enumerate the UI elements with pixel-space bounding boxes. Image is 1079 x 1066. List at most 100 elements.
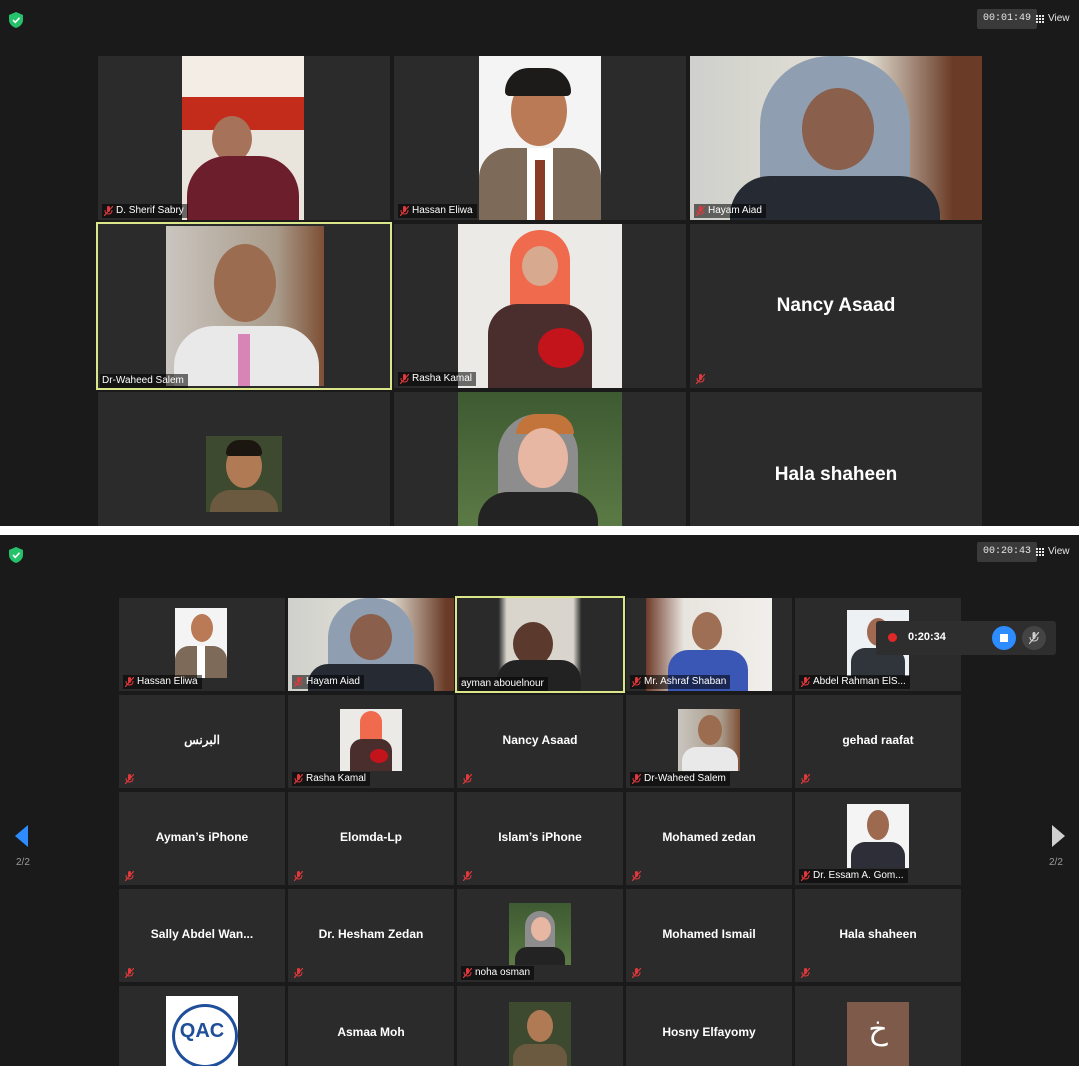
view-button[interactable]: View [1031,542,1074,562]
mute-button[interactable] [1022,626,1046,650]
mic-muted-icon [125,677,134,687]
shield-icon[interactable] [9,547,23,563]
participant-name-label [461,869,476,883]
participant-initial-avatar: خ [847,1002,909,1066]
participant-avatar [509,1002,571,1066]
mic-muted-icon [125,968,134,978]
participant-video [340,709,402,771]
participant-tile[interactable]: Hosny Elfayomy [626,986,792,1066]
participant-name-label: Abdel Rahman ElS... [799,675,910,689]
mic-muted-icon [294,968,303,978]
participant-avatar [206,436,282,512]
participant-tile[interactable] [98,392,390,526]
participant-tile[interactable]: Hayam Aiad [288,598,454,691]
recording-time: 0:20:34 [908,631,946,643]
participant-name: Abdel Rahman ElS... [813,676,906,687]
participant-tile[interactable]: Mohamed zedan [626,792,792,885]
mic-muted-icon [400,206,409,216]
participant-tile[interactable]: Hayam Aiad [690,56,982,220]
mic-muted-icon [400,374,409,384]
participant-tile[interactable]: noha osman [457,889,623,982]
participant-video [458,224,622,388]
participant-tile-active-speaker[interactable]: ayman abouelnour [455,596,625,693]
participant-tile-active-speaker[interactable]: Dr-Waheed Salem [96,222,392,390]
participant-tile[interactable]: خ [795,986,961,1066]
participant-name-label [799,966,814,980]
participant-tile[interactable]: Mohamed Ismail [626,889,792,982]
participant-tile[interactable]: gehad raafat [795,695,961,788]
participant-tile[interactable]: Asmaa Moh [288,986,454,1066]
participant-tile[interactable]: Dr-Waheed Salem [626,695,792,788]
meeting-window-2: 00:20:43 View 2/2 2/2 Hassan Eliwa Hayam… [0,535,1079,1066]
participant-tile[interactable] [394,392,686,526]
mic-muted-icon [463,968,472,978]
participant-name-label [461,772,476,786]
participant-name-display: Nancy Asaad [776,295,896,316]
mic-muted-icon [632,774,641,784]
participant-name: noha osman [475,967,531,978]
mic-muted-icon [463,871,472,881]
participant-tile[interactable]: Hassan Eliwa [119,598,285,691]
participant-name: Dr-Waheed Salem [644,773,726,784]
participant-tile[interactable]: Hala shaheen [690,392,982,526]
mic-muted-icon [104,206,113,216]
participant-name: Hassan Eliwa [412,205,473,216]
participant-name-label: Dr. Essam A. Gom... [799,869,908,883]
participant-name-label: Dr-Waheed Salem [100,374,188,388]
mic-muted-icon [294,871,303,881]
participant-tile[interactable]: Nancy Asaad [690,224,982,388]
participant-name-display: Elomda-Lp [340,829,402,844]
participant-tile[interactable]: QAC [119,986,285,1066]
participant-tile[interactable]: Sally Abdel Wan... [119,889,285,982]
participant-name-label: Hayam Aiad [292,675,364,689]
participant-tile[interactable]: Dr. Hesham Zedan [288,889,454,982]
participant-name-display: Islam’s iPhone [498,829,582,844]
participant-tile[interactable]: Nancy Asaad [457,695,623,788]
meeting-timer: 00:01:49 [977,9,1038,29]
participant-video [479,56,601,220]
mic-muted-icon [294,677,303,687]
participant-video [847,804,909,868]
participant-name-display: Nancy Asaad [502,732,578,747]
participant-tile[interactable]: Hala shaheen [795,889,961,982]
mic-off-icon [1029,632,1039,644]
participant-name-label: Hayam Aiad [694,204,766,218]
participant-name-display: Hala shaheen [839,926,917,941]
participant-tile[interactable]: Dr. Essam A. Gom... [795,792,961,885]
participant-tile[interactable]: Elomda-Lp [288,792,454,885]
avatar-letter: خ [868,1012,888,1047]
participant-name: Hayam Aiad [708,205,762,216]
participant-name-display: Ayman’s iPhone [155,829,249,844]
participant-tile[interactable]: Hassan Eliwa [394,56,686,220]
participant-tile[interactable]: Mr. Ashraf Shaban [626,598,792,691]
qac-logo-text: QAC [179,1020,225,1042]
participant-tile[interactable]: Ayman’s iPhone [119,792,285,885]
participant-name-label: D. Sherif Sabry [102,204,188,218]
participant-tile[interactable]: D. Sherif Sabry [98,56,390,220]
shield-icon[interactable] [9,12,23,28]
mic-muted-icon [696,374,705,384]
participant-name-display: Hosny Elfayomy [662,1025,756,1040]
mic-muted-icon [125,774,134,784]
participant-name: Rasha Kamal [306,773,367,784]
next-page-arrow-icon[interactable] [1052,825,1065,847]
mic-muted-icon [801,774,810,784]
participant-video [509,903,571,965]
participant-tile[interactable]: Rasha Kamal [394,224,686,388]
mic-muted-icon [632,871,641,881]
view-button[interactable]: View [1031,9,1074,29]
participant-tile[interactable]: Islam’s iPhone [457,792,623,885]
participant-name-label [694,372,709,386]
participant-name: Dr-Waheed Salem [102,375,184,386]
participant-tile[interactable]: البرنس [119,695,285,788]
participant-name-display: Dr. Hesham Zedan [318,926,424,941]
stop-recording-button[interactable] [992,626,1016,650]
mic-muted-icon [801,677,810,687]
previous-page-arrow-icon[interactable] [15,825,28,847]
participant-name-label: Hassan Eliwa [398,204,477,218]
participant-name-label [630,869,645,883]
participant-tile[interactable]: Rasha Kamal [288,695,454,788]
participant-tile[interactable] [457,986,623,1066]
meeting-window-1: 00:01:49 View D. Sherif Sabry Hassan Eli… [0,0,1079,526]
mic-muted-icon [463,774,472,784]
